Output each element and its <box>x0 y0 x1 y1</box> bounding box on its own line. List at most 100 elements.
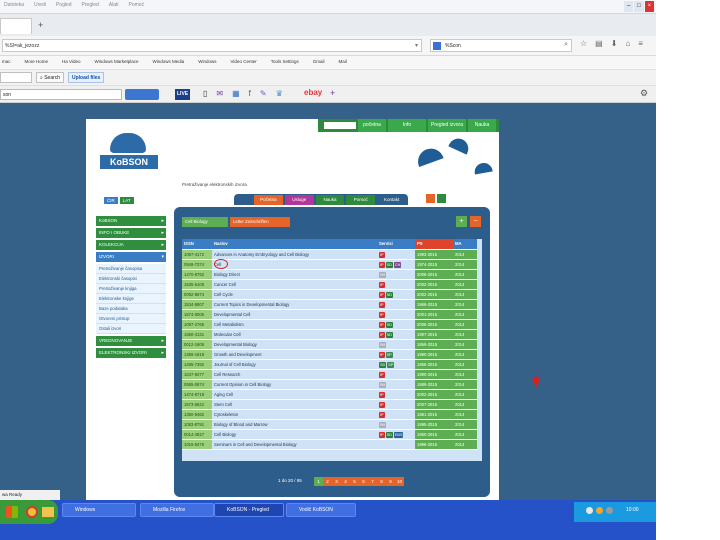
upload-button[interactable]: Upload files <box>68 72 105 83</box>
sidebar-item-kobson[interactable]: KoBSON ▸ <box>96 216 166 226</box>
cell-ps[interactable]: 1995-2015 <box>415 419 453 430</box>
menu-icon[interactable]: ≡ <box>638 39 643 48</box>
cell-title[interactable]: Biology Direct <box>212 269 377 280</box>
cell-ps[interactable]: 1997-2015 <box>415 329 453 340</box>
cell-ps[interactable]: 1955-2015 <box>415 359 453 370</box>
column-header-issn[interactable]: ISSN <box>182 239 212 250</box>
cell-title[interactable]: Journal of Cell Biology <box>212 359 377 370</box>
cell-ma[interactable]: 2014 <box>453 269 477 280</box>
service-sh-icon[interactable]: SH <box>379 381 387 388</box>
cell-ma[interactable]: 2014 <box>453 299 477 310</box>
sidebar-sublink[interactable]: Otvoreni pristup <box>96 314 166 324</box>
bookmark-item[interactable]: Windows Media <box>152 59 184 64</box>
sidebar-sublink[interactable]: Ostali izvori <box>96 324 166 334</box>
cell-ma[interactable]: 2014 <box>453 339 477 350</box>
live-button[interactable]: LIVE <box>175 89 191 100</box>
cell-title[interactable]: Cell Biology <box>212 429 377 440</box>
chat-icon[interactable]: ✎ <box>260 89 267 98</box>
ebay-link[interactable]: ebay <box>304 88 322 97</box>
service-sd-icon[interactable]: SD <box>385 291 393 298</box>
close-icon[interactable]: × <box>644 1 654 12</box>
service-sd-icon[interactable]: SD <box>379 361 387 368</box>
service-ip-icon[interactable]: IP <box>379 281 385 288</box>
nav-tab-help[interactable]: Pomoć <box>346 195 376 205</box>
pager-page-button[interactable]: 9 <box>386 477 395 486</box>
bookmark-item[interactable]: Video Center <box>231 59 257 64</box>
cell-ps[interactable]: 2005-2015 <box>415 319 453 330</box>
bookmark-item[interactable]: Mail <box>338 59 346 64</box>
print-icon[interactable] <box>426 194 435 203</box>
sidebar-sublink[interactable]: Elektronske knjige <box>96 294 166 304</box>
pager-page-button[interactable]: 3 <box>332 477 341 486</box>
facebook-icon[interactable]: f <box>249 89 251 98</box>
reader-icon[interactable]: ▤ <box>595 39 603 48</box>
cell-title[interactable]: Cell Cycle <box>212 289 377 300</box>
addon-input[interactable]: son <box>0 89 122 100</box>
service-sp-icon[interactable]: SP <box>387 361 395 368</box>
top-tab[interactable]: Info <box>388 119 426 132</box>
service-ip-icon[interactable]: IP <box>379 331 385 338</box>
cell-ps[interactable]: 2002-2015 <box>415 279 453 290</box>
tray-icon[interactable] <box>596 507 603 514</box>
cell-ps[interactable]: 1996-2015 <box>415 439 453 450</box>
cell-title[interactable]: Current Topics in Developmental Biology <box>212 299 377 310</box>
service-sd-icon[interactable]: SD <box>385 331 393 338</box>
cell-ps[interactable]: 2002-2015 <box>415 389 453 400</box>
sidebar-item-e-sources[interactable]: ELEKTRONSKI IZVORI ▸ <box>96 348 166 358</box>
cell-title[interactable]: Molecular Cell <box>212 329 377 340</box>
phone-icon[interactable]: ▯ <box>203 89 207 98</box>
collapse-button[interactable]: − <box>470 216 481 227</box>
expand-button[interactable]: + <box>456 216 467 227</box>
tray-icon[interactable] <box>586 507 593 514</box>
folder-icon[interactable] <box>42 507 54 517</box>
pager-page-button[interactable]: 4 <box>341 477 350 486</box>
sidebar-sublink[interactable]: Pretraživanje knjiga <box>96 284 166 294</box>
cell-ps[interactable]: 2002-2015 <box>415 289 453 300</box>
service-ip-icon[interactable]: IP <box>379 351 385 358</box>
cell-ma[interactable]: 2014 <box>453 359 477 370</box>
sidebar-sublink[interactable]: Baze podataka <box>96 304 166 314</box>
menu-item[interactable]: Pregled <box>82 2 99 8</box>
cell-ps[interactable]: 1950-2015 <box>415 429 453 440</box>
cell-ma[interactable]: 2014 <box>453 439 477 450</box>
service-ip-icon[interactable]: IP <box>379 311 385 318</box>
cell-ma[interactable]: 2014 <box>453 349 477 360</box>
tray-icon[interactable] <box>606 507 613 514</box>
cell-ps[interactable]: 1993-2015 <box>415 249 453 260</box>
cell-ps[interactable]: 1959-2015 <box>415 339 453 350</box>
cell-title[interactable]: Current Opinion in Cell Biology <box>212 379 377 390</box>
minimize-icon[interactable]: – <box>624 1 634 12</box>
cell-ps[interactable]: 1990-2015 <box>415 369 453 380</box>
service-ip-icon[interactable]: IP <box>379 291 385 298</box>
pager-page-button[interactable]: 8 <box>377 477 386 486</box>
cell-ps[interactable]: 2007-2015 <box>415 399 453 410</box>
menu-item[interactable]: Datoteka <box>4 2 24 8</box>
cell-ma[interactable]: 2014 <box>453 389 477 400</box>
tray-clock[interactable]: 10:00 <box>626 507 639 513</box>
mail-icon[interactable]: ✉ <box>216 89 223 98</box>
menu-item[interactable]: Pomoć <box>129 2 145 8</box>
maximize-icon[interactable]: □ <box>634 1 644 12</box>
service-ip-icon[interactable]: IP <box>379 371 385 378</box>
cell-ma[interactable]: 2014 <box>453 319 477 330</box>
add-toolbar-item-icon[interactable]: + <box>330 88 335 98</box>
cell-title[interactable]: Seminars in Cell and Developmental Biolo… <box>212 439 377 450</box>
top-tab[interactable]: početna <box>358 119 386 132</box>
search-box[interactable]: %Scon ⌕ <box>430 39 572 52</box>
cell-ma[interactable]: 2014 <box>453 399 477 410</box>
service-sh-icon[interactable]: SH <box>379 421 387 428</box>
dropdown-icon[interactable]: ▾ <box>415 42 418 49</box>
bookmark-item[interactable]: Windows <box>198 59 216 64</box>
pager-page-button[interactable]: 10 <box>395 477 404 486</box>
pager-page-button[interactable]: 5 <box>350 477 359 486</box>
search-icon[interactable]: ⌕ <box>564 41 568 49</box>
cell-ma[interactable]: 2014 <box>453 409 477 420</box>
menu-item[interactable]: Uredi <box>34 2 46 8</box>
panel-tab[interactable]: Letter Zeitschriften <box>230 217 290 227</box>
kobson-logo[interactable]: KoBSON <box>100 133 158 175</box>
cell-ps[interactable]: 1989-2015 <box>415 379 453 390</box>
window-controls[interactable]: – □ × <box>624 1 654 12</box>
pager-page-button[interactable]: 1 <box>314 477 323 486</box>
cell-ma[interactable]: 2014 <box>453 429 477 440</box>
column-header-services[interactable]: Servisi <box>377 239 415 250</box>
